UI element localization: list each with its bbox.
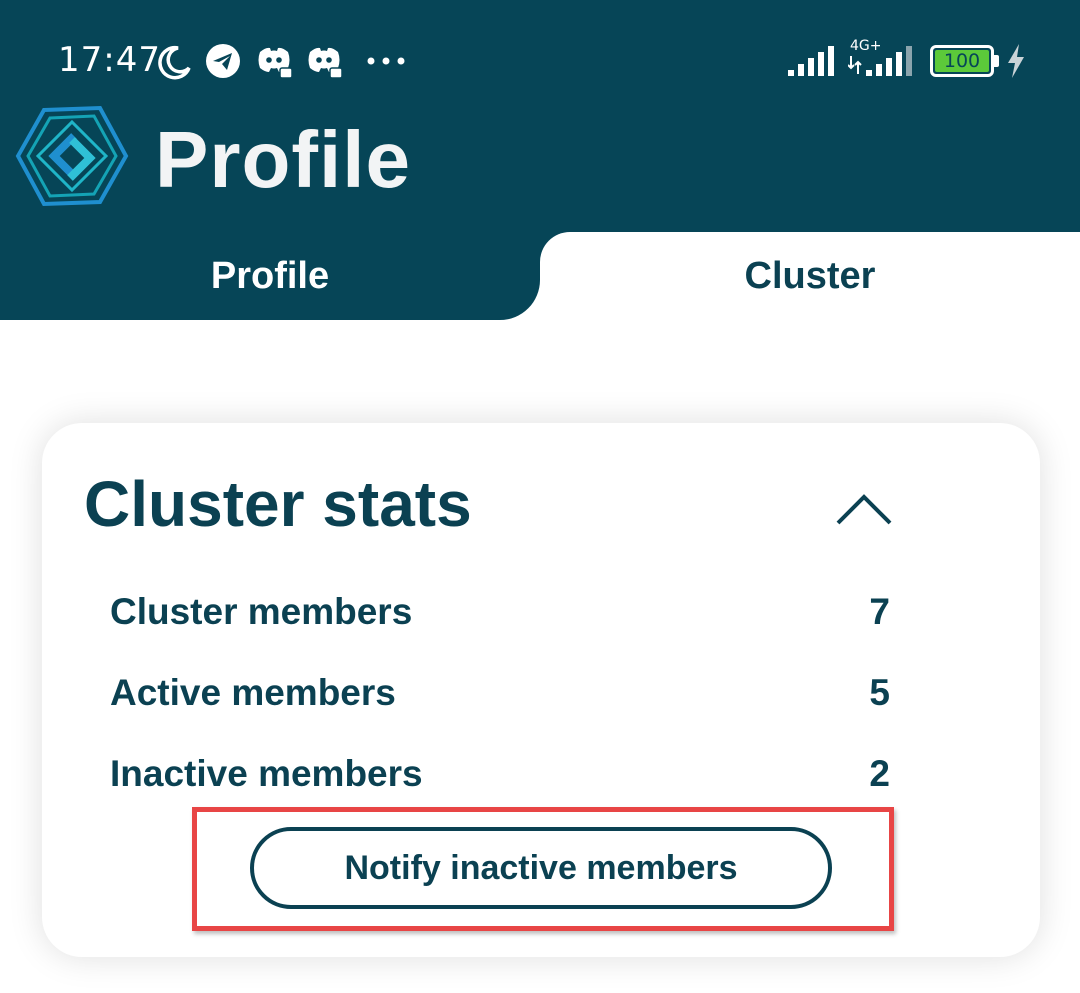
- telegram-icon: [206, 44, 240, 78]
- notify-button-label: Notify inactive members: [344, 848, 738, 887]
- tab-profile-label: Profile: [210, 254, 330, 297]
- status-time: 17:47: [58, 40, 161, 80]
- page-title: Profile: [155, 115, 411, 204]
- stat-row-inactive-members: Inactive members 2: [110, 753, 890, 813]
- battery-icon: 100: [930, 45, 1002, 77]
- tab-cluster[interactable]: Cluster: [540, 232, 1080, 320]
- more-dots-icon: [367, 57, 405, 65]
- stat-label: Cluster members: [110, 591, 413, 632]
- charging-icon: [1008, 44, 1024, 78]
- app-header: 17:47 4G+ 100 Profile: [0, 0, 1080, 232]
- notify-inactive-members-button[interactable]: Notify inactive members: [250, 827, 832, 909]
- tab-profile[interactable]: Profile: [0, 232, 540, 320]
- card-title: Cluster stats: [84, 468, 472, 540]
- stat-value: 2: [869, 753, 890, 794]
- signal-4g-icon: 4G+: [848, 38, 918, 80]
- stat-value: 7: [869, 591, 890, 632]
- discord-icon: [258, 47, 292, 78]
- stat-label: Active members: [110, 672, 396, 713]
- status-bar: 17:47 4G+ 100: [0, 0, 1080, 110]
- hexagon-logo-icon: [15, 105, 129, 207]
- moon-icon: [158, 45, 191, 80]
- battery-level: 100: [943, 50, 981, 72]
- stat-row-active-members: Active members 5: [110, 672, 890, 732]
- stat-row-cluster-members: Cluster members 7: [110, 591, 890, 651]
- tab-cluster-label: Cluster: [744, 254, 876, 297]
- chevron-up-icon[interactable]: [832, 489, 896, 529]
- cluster-stats-card: Cluster stats Cluster members 7 Active m…: [42, 423, 1040, 957]
- discord-icon: [308, 47, 342, 78]
- tab-bar: Profile Cluster: [0, 232, 1080, 320]
- stat-value: 5: [869, 672, 890, 713]
- signal-icon: [788, 46, 834, 76]
- stat-label: Inactive members: [110, 753, 423, 794]
